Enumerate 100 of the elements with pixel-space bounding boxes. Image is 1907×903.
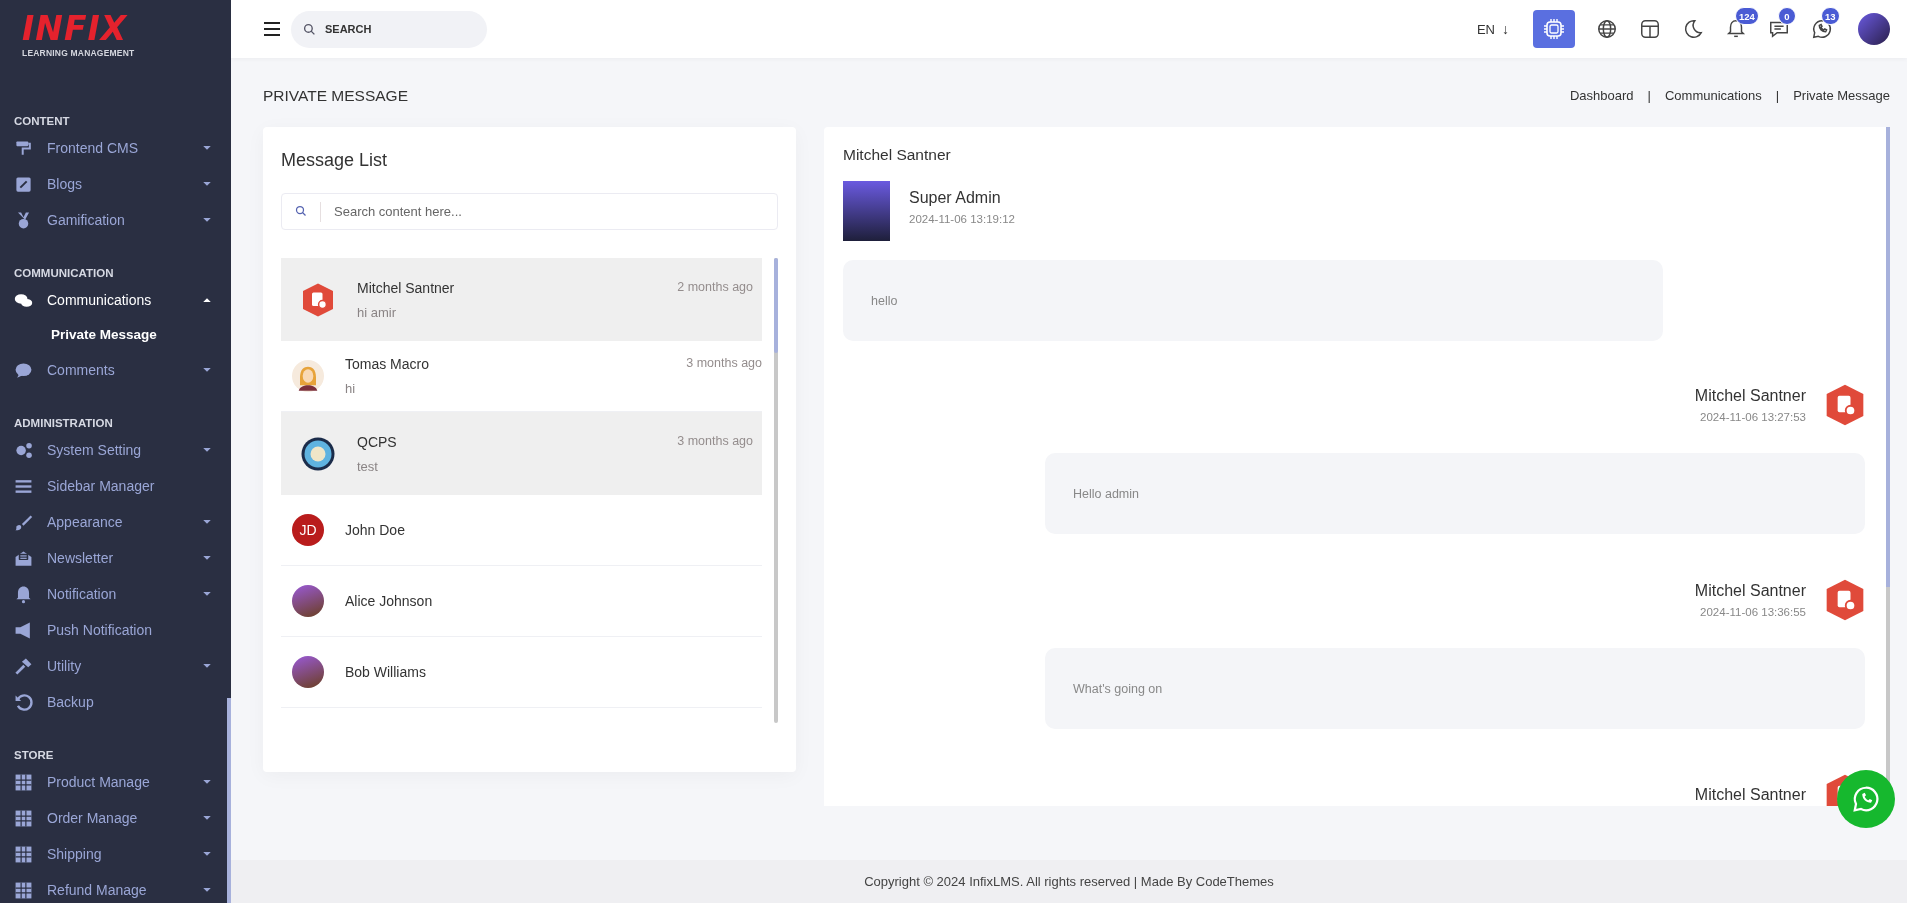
ai-button[interactable]	[1533, 10, 1575, 48]
sidebar-item[interactable]: Refund Manage	[0, 872, 231, 903]
message-preview: hi	[345, 381, 357, 396]
bell-icon	[14, 584, 33, 604]
sidebar-item[interactable]: Appearance	[0, 504, 231, 540]
cartoon-avatar-icon	[292, 360, 324, 392]
sidebar-item[interactable]: Shipping	[0, 836, 231, 872]
count-badge: 124	[1735, 7, 1759, 25]
sidebar-item[interactable]: Comments	[0, 352, 231, 388]
pencil-square-icon	[14, 174, 33, 194]
breadcrumb-link[interactable]: Dashboard	[1569, 88, 1634, 103]
sidebar-item[interactable]: Notification	[0, 576, 231, 612]
section-heading: STORE	[13, 748, 54, 763]
scrollbar-thumb[interactable]	[227, 698, 231, 903]
breadcrumb-link[interactable]: Communications	[1664, 88, 1762, 103]
message-timestamp: 2024-11-06 13:27:53	[1699, 411, 1806, 423]
whatsapp-chat-button[interactable]	[1837, 770, 1895, 828]
grid-icon	[14, 880, 33, 900]
footer-text: Copyright © 2024 InfixLMS. All rights reserved | Made By CodeThemes	[231, 860, 1907, 903]
paint-roller-icon	[14, 138, 33, 158]
sidebar-item[interactable]: Product Manage	[0, 764, 231, 800]
layout-icon	[1639, 18, 1661, 40]
contact-name: John Doe	[345, 522, 405, 538]
conversation-item[interactable]: QCPS 3 months ago test	[281, 412, 762, 495]
sidebar-item[interactable]: Newsletter	[0, 540, 231, 576]
sidebar-item[interactable]: Frontend CMS	[0, 130, 231, 166]
sidebar-item[interactable]: Backup	[0, 684, 231, 720]
section-heading: COMMUNICATION	[13, 266, 114, 281]
message-timestamp: 2024-11-06 13:19:12	[909, 213, 1015, 225]
gears-icon	[14, 440, 33, 460]
conversation-item[interactable]: Alice Johnson	[281, 566, 762, 637]
sidebar-item[interactable]: Communications	[0, 282, 231, 318]
contact-name: Mitchel Santner	[357, 279, 455, 296]
sidebar-item[interactable]: Sidebar Manager	[0, 468, 231, 504]
message-time: 3 months ago	[677, 433, 753, 450]
grid-icon	[14, 844, 33, 864]
envelope-icon	[14, 548, 33, 568]
photo-placeholder	[292, 585, 324, 617]
notifications-button[interactable]: 124	[1716, 9, 1756, 49]
sidebar-item[interactable]: Blogs	[0, 166, 231, 202]
count-badge: 0	[1778, 7, 1796, 25]
contact-name: Alice Johnson	[345, 593, 433, 609]
menu-button[interactable]	[264, 22, 280, 36]
brush-icon	[14, 512, 33, 532]
sidebar-item[interactable]: Utility	[0, 648, 231, 684]
conversation-item[interactable]: Bob Williams	[281, 637, 762, 708]
seal-logo-icon	[300, 435, 336, 472]
sidebar-subitem[interactable]: Private Message	[0, 318, 200, 352]
scrollbar-thumb[interactable]	[774, 258, 778, 353]
message-time: 2 months ago	[677, 279, 753, 296]
section-heading: CONTENT	[13, 114, 70, 129]
grid-icon	[14, 808, 33, 828]
whatsapp-icon	[1851, 784, 1881, 814]
profile-avatar[interactable]	[1858, 13, 1890, 45]
contact-name: Tomas Macro	[345, 356, 430, 372]
contact-name: Bob Williams	[345, 664, 426, 680]
photo-placeholder	[843, 181, 890, 241]
globe-icon	[1596, 18, 1618, 40]
card-title: Message List	[281, 149, 389, 172]
moon-icon	[1682, 18, 1704, 40]
message-preview: hi amir	[357, 304, 397, 320]
chat-title: Mitchel Santner	[843, 145, 952, 165]
sender-name: Super Admin	[909, 189, 1002, 207]
sidebar-item[interactable]: Push Notification	[0, 612, 231, 648]
messages-button[interactable]: 0	[1759, 9, 1799, 49]
message-bubble: What's going on	[1045, 648, 1865, 729]
logo-wordmark: INFIX	[22, 10, 128, 48]
scrollbar-thumb[interactable]	[1886, 127, 1890, 587]
breadcrumb-link[interactable]: Private Message	[1793, 88, 1890, 103]
sender-name: Mitchel Santner	[1694, 582, 1806, 600]
initials-avatar: JD	[292, 514, 324, 546]
message-bubble: hello	[843, 260, 1663, 341]
photo-placeholder	[292, 656, 324, 688]
sidebar-item[interactable]: Gamification	[0, 202, 231, 238]
message-preview: test	[357, 458, 379, 474]
megaphone-icon	[14, 620, 33, 640]
whatsapp-button[interactable]: 13	[1802, 9, 1842, 49]
bell-icon	[1725, 18, 1747, 40]
breadcrumb-separator: |	[1647, 88, 1651, 103]
whatsapp-icon	[1811, 18, 1833, 40]
chip-icon	[1542, 17, 1566, 41]
search-icon	[295, 205, 307, 217]
conversation-item[interactable]: Mitchel Santner 2 months ago hi amir	[281, 258, 762, 341]
contact-name: QCPS	[357, 433, 397, 450]
sidebar-item[interactable]: System Setting	[0, 432, 231, 468]
logo-tagline: LEARNING MANAGEMENT	[22, 48, 135, 58]
undo-icon	[14, 692, 33, 712]
conversation-item[interactable]: JD John Doe	[281, 495, 762, 566]
sender-name: Mitchel Santner	[1694, 786, 1806, 804]
grid-icon	[14, 772, 33, 792]
count-badge: 13	[1821, 7, 1840, 25]
sidebar-item[interactable]: Order Manage	[0, 800, 231, 836]
page-title: PRIVATE MESSAGE	[263, 86, 408, 105]
language-selector[interactable]: EN ↓	[1476, 21, 1509, 37]
section-heading: ADMINISTRATION	[13, 416, 113, 431]
search-field[interactable]: Search content here...	[281, 193, 778, 230]
hexagon-avatar-icon	[300, 281, 336, 318]
message-time: 3 months ago	[686, 356, 762, 372]
search-icon	[303, 22, 316, 36]
search-field[interactable]: SEARCH	[291, 10, 487, 48]
